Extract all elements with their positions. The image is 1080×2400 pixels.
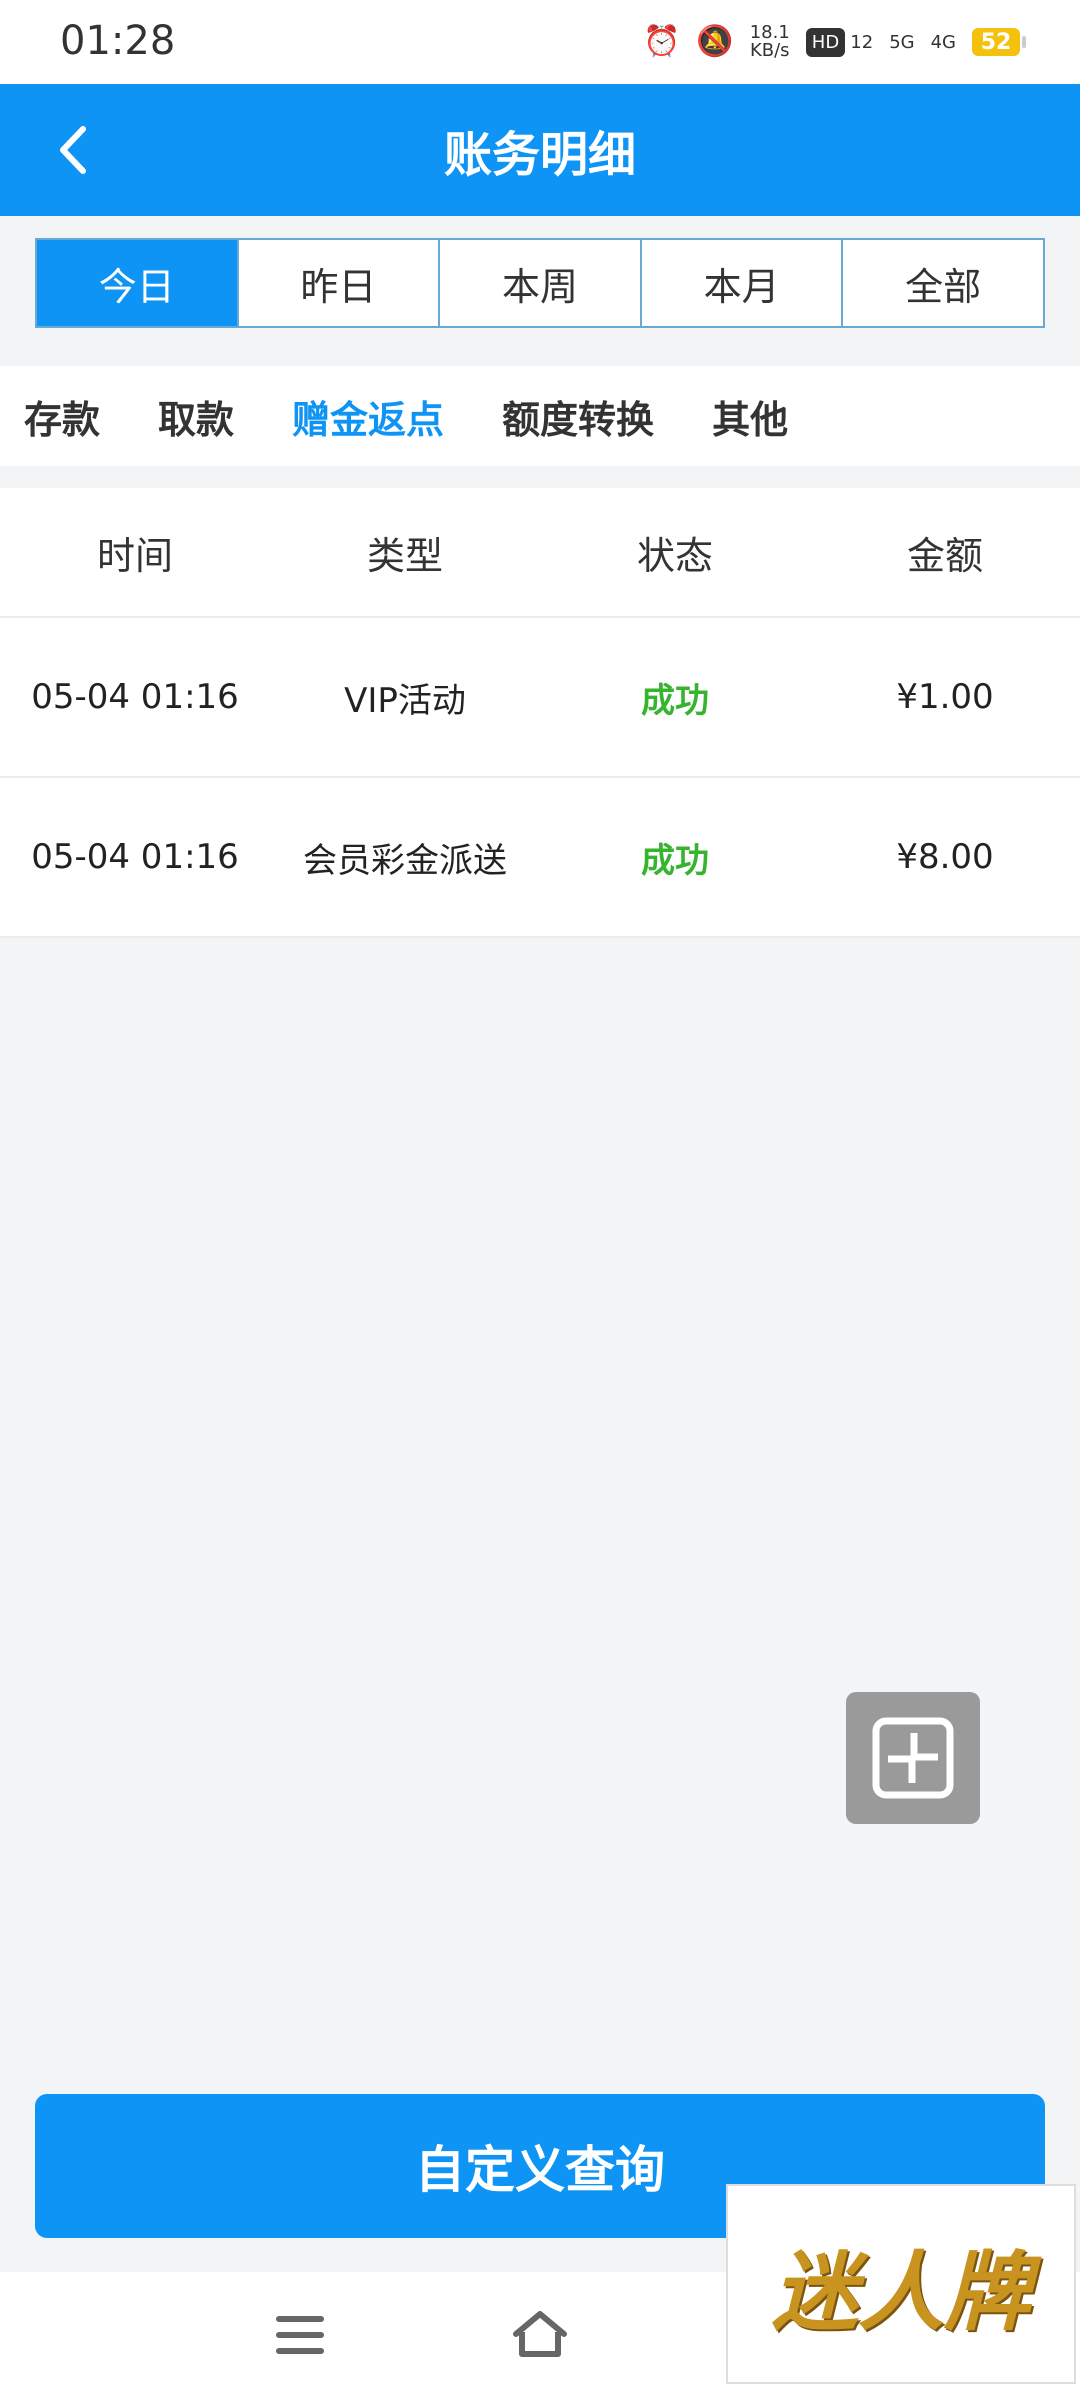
- page-title: 账务明细: [443, 127, 636, 183]
- table-row: 05-04 01:16 VIP活动 成功 ¥1.00: [0, 618, 1080, 778]
- mute-bell-icon: 🔕: [696, 24, 734, 59]
- home-icon[interactable]: [510, 2308, 570, 2360]
- status-bar: 01:28 ⏰ 🔕 18.1 KB/s HD 12 5G 4G 52: [0, 0, 1080, 84]
- row-amount: ¥8.00: [896, 837, 994, 877]
- table-header: 时间 类型 状态 金额: [0, 488, 1080, 618]
- back-button[interactable]: [40, 118, 104, 182]
- status-icons: ⏰ 🔕 18.1 KB/s HD 12 5G 4G 52: [642, 24, 1026, 60]
- category-deposit[interactable]: 存款: [24, 389, 100, 444]
- table-row: 05-04 01:16 会员彩金派送 成功 ¥8.00: [0, 778, 1080, 938]
- category-bonus-rebate[interactable]: 赠金返点: [292, 389, 444, 444]
- hd-indicator: HD 12: [805, 27, 874, 57]
- tab-this-week[interactable]: 本周: [438, 240, 640, 326]
- category-other[interactable]: 其他: [712, 389, 788, 444]
- header-status: 状态: [636, 533, 713, 578]
- tab-yesterday[interactable]: 昨日: [236, 240, 439, 326]
- row-type: VIP活动: [344, 680, 466, 721]
- hd-icon: HD: [805, 27, 846, 57]
- floating-collapse-button[interactable]: [846, 1692, 980, 1824]
- chevron-left-icon: [60, 126, 86, 174]
- app-header: 账务明细: [0, 84, 1080, 216]
- category-transfer[interactable]: 额度转换: [502, 389, 654, 444]
- transactions-table: 时间 类型 状态 金额 05-04 01:16 VIP活动 成功 ¥1.00 0…: [0, 488, 1080, 938]
- category-tabs: 存款 取款 赠金返点 额度转换 其他: [0, 366, 1080, 466]
- row-amount: ¥1.00: [896, 677, 994, 717]
- home-shape-icon: [513, 2311, 567, 2357]
- sim1-label: 1: [850, 31, 862, 53]
- network-speed: 18.1 KB/s: [750, 24, 790, 60]
- date-range-tabs: 今日 昨日 本周 本月 全部: [35, 238, 1045, 328]
- menu-icon[interactable]: [276, 2316, 324, 2356]
- header-time: 时间: [96, 533, 173, 578]
- header-type: 类型: [366, 533, 443, 578]
- alarm-icon: ⏰: [642, 24, 681, 59]
- header-amount: 金额: [906, 533, 983, 578]
- watermark-text: 迷人牌: [772, 2241, 1030, 2343]
- signal-5g-icon: 5G: [889, 31, 915, 53]
- signal-4g-icon: 4G: [930, 31, 956, 53]
- row-status: 成功: [641, 840, 709, 881]
- tab-this-month[interactable]: 本月: [639, 240, 842, 326]
- collapse-window-icon: [872, 1717, 954, 1799]
- row-status: 成功: [641, 680, 709, 721]
- network-speed-unit: KB/s: [749, 40, 790, 61]
- tab-all[interactable]: 全部: [841, 240, 1043, 326]
- battery-icon: 52: [972, 28, 1026, 56]
- watermark-logo: 迷人牌: [726, 2184, 1076, 2384]
- row-type: 会员彩金派送: [303, 840, 507, 881]
- sim2-label: 2: [861, 31, 874, 53]
- row-time: 05-04 01:16: [31, 837, 239, 877]
- category-withdraw[interactable]: 取款: [158, 389, 234, 444]
- tab-today[interactable]: 今日: [37, 240, 237, 326]
- status-time: 01:28: [60, 18, 176, 64]
- row-time: 05-04 01:16: [31, 677, 239, 717]
